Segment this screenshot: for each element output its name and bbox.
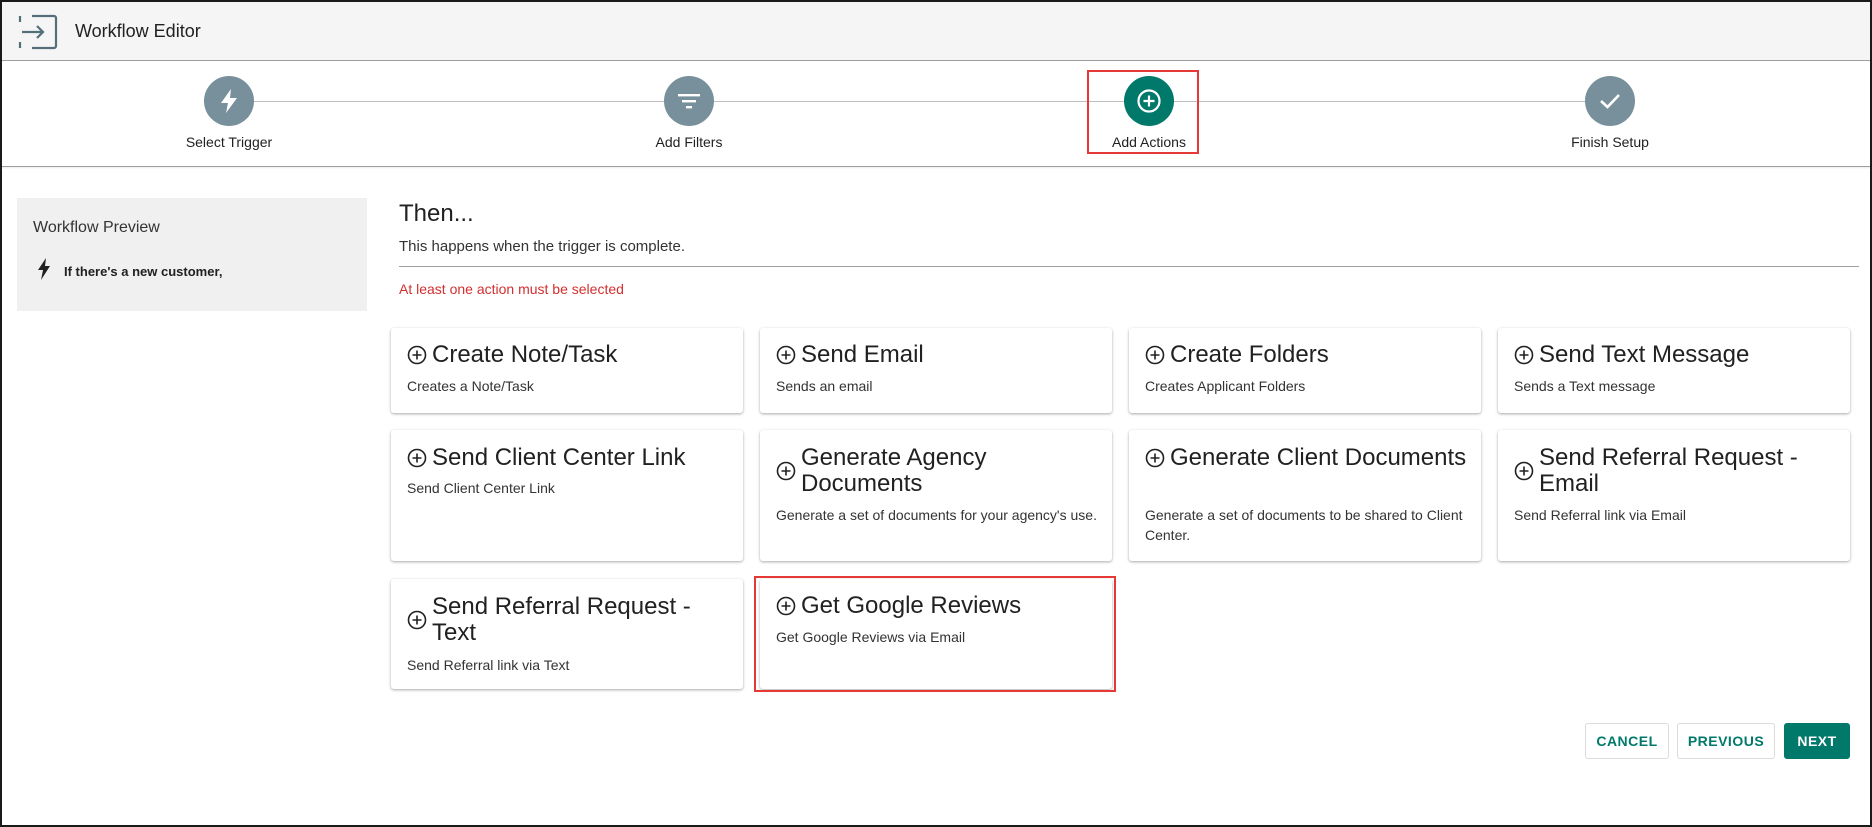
action-description: Sends an email (776, 378, 873, 394)
cancel-button[interactable]: CANCEL (1585, 723, 1669, 759)
add-circle-outline-icon (1514, 461, 1534, 481)
action-description: Generate a set of documents for your age… (776, 507, 1097, 523)
next-button[interactable]: NEXT (1784, 723, 1850, 759)
step-add-filters[interactable]: Add Filters (599, 76, 779, 150)
action-description: Generate a set of documents to be shared… (1145, 507, 1463, 543)
step-circle (204, 76, 254, 126)
add-circle-outline-icon (407, 345, 427, 365)
action-title: Send Referral Request - Email (1539, 444, 1798, 497)
add-circle-outline-icon (1145, 345, 1165, 365)
action-card-send-email[interactable]: Send Email Sends an email (760, 328, 1112, 413)
step-circle (1585, 76, 1635, 126)
action-description: Send Client Center Link (407, 480, 555, 496)
step-label: Finish Setup (1571, 134, 1649, 150)
page-title: Workflow Editor (75, 21, 201, 41)
action-card-generate-agency-documents[interactable]: Generate Agency Documents Generate a set… (760, 430, 1112, 561)
add-circle-outline-icon (407, 610, 427, 630)
action-card-send-referral-request-text[interactable]: Send Referral Request - Text Send Referr… (391, 579, 743, 689)
action-title: Create Note/Task (432, 341, 618, 368)
action-card-create-folders[interactable]: Create Folders Creates Applicant Folders (1129, 328, 1481, 413)
preview-trigger-text: If there's a new customer, (64, 264, 223, 279)
step-select-trigger[interactable]: Select Trigger (139, 76, 319, 150)
action-card-send-referral-request-email[interactable]: Send Referral Request - Email Send Refer… (1498, 430, 1850, 561)
action-title: Generate Client Documents (1170, 444, 1467, 471)
action-card-send-text-message[interactable]: Send Text Message Sends a Text message (1498, 328, 1850, 413)
stepper-connector (229, 101, 1609, 102)
add-circle-outline-icon (776, 461, 796, 481)
action-title: Send Email (801, 341, 924, 368)
action-description: Creates a Note/Task (407, 378, 534, 394)
section-subtitle: This happens when the trigger is complet… (399, 238, 685, 255)
previous-button[interactable]: PREVIOUS (1677, 723, 1775, 759)
app-header: Workflow Editor (2, 2, 1870, 61)
action-card-generate-client-documents[interactable]: Generate Client Documents Generate a set… (1129, 430, 1481, 561)
action-card-create-note-task[interactable]: Create Note/Task Creates a Note/Task (391, 328, 743, 413)
action-title: Send Referral Request - Text (432, 593, 691, 646)
workflow-preview-panel: Workflow Preview If there's a new custom… (17, 198, 367, 311)
preview-title: Workflow Preview (33, 219, 160, 236)
divider (399, 266, 1859, 267)
add-circle-outline-icon (776, 345, 796, 365)
step-finish-setup[interactable]: Finish Setup (1520, 76, 1700, 150)
check-icon (1600, 94, 1620, 109)
step-circle (664, 76, 714, 126)
step-label: Add Filters (655, 134, 723, 150)
action-description: Send Referral link via Text (407, 657, 570, 673)
action-description: Sends a Text message (1514, 378, 1656, 394)
step-label: Select Trigger (185, 134, 273, 150)
exit-to-app-icon[interactable] (18, 14, 58, 50)
add-circle-outline-icon (1514, 345, 1534, 365)
bolt-icon (38, 258, 50, 280)
section-title: Then... (399, 200, 474, 227)
validation-error: At least one action must be selected (399, 281, 624, 297)
workflow-stepper: Select Trigger Add Filters Add Actions F… (2, 62, 1870, 167)
action-title: Create Folders (1170, 341, 1329, 368)
active-step-highlight (1087, 70, 1199, 154)
action-description: Send Referral link via Email (1514, 507, 1686, 523)
action-title: Send Text Message (1539, 341, 1750, 368)
filter-icon (678, 94, 700, 109)
action-title: Send Client Center Link (432, 444, 686, 471)
bolt-icon (221, 89, 237, 113)
action-description: Creates Applicant Folders (1145, 378, 1306, 394)
action-title: Generate Agency Documents (801, 444, 987, 497)
add-circle-outline-icon (1145, 448, 1165, 468)
add-circle-outline-icon (407, 448, 427, 468)
selected-action-highlight (754, 576, 1116, 692)
action-card-send-client-center-link[interactable]: Send Client Center Link Send Client Cent… (391, 430, 743, 561)
